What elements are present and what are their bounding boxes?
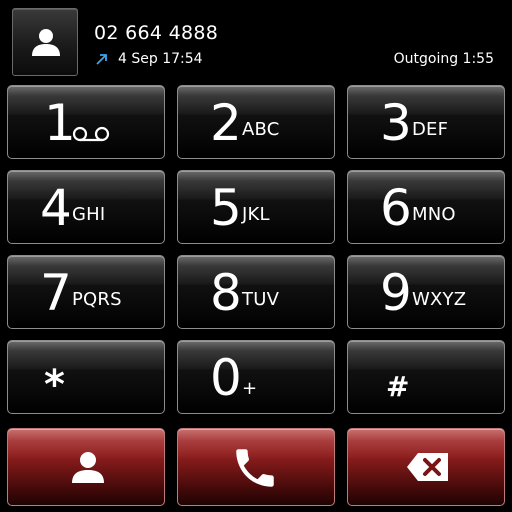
key-digit: 1 <box>44 94 76 152</box>
key-digit: 5 <box>210 179 242 237</box>
dialer-screen: 02 664 4888 4 Sep 17:54 Outgoing 1:55 1 … <box>0 0 512 512</box>
key-letters: GHI <box>72 204 106 225</box>
key-hash[interactable]: # <box>347 340 505 414</box>
key-3[interactable]: 3 DEF <box>347 85 505 159</box>
key-8[interactable]: 8 TUV <box>177 255 335 329</box>
key-2[interactable]: 2 ABC <box>177 85 335 159</box>
person-icon <box>32 29 60 56</box>
voicemail-icon <box>72 126 110 142</box>
key-digit: 9 <box>380 264 412 322</box>
key-0[interactable]: 0 + <box>177 340 335 414</box>
last-call-time: 4 Sep 17:54 <box>118 51 203 67</box>
key-letters: JKL <box>242 204 270 225</box>
key-7[interactable]: 7 PQRS <box>7 255 165 329</box>
last-call-number[interactable]: 02 664 4888 <box>94 22 218 44</box>
key-digit: * <box>44 362 65 408</box>
key-letters: TUV <box>242 289 280 310</box>
key-digit: 0 <box>210 349 242 407</box>
last-call-header: 02 664 4888 4 Sep 17:54 Outgoing 1:55 <box>0 0 512 82</box>
key-digit: 6 <box>380 179 412 237</box>
key-6[interactable]: 6 MNO <box>347 170 505 244</box>
key-9[interactable]: 9 WXYZ <box>347 255 505 329</box>
person-icon <box>72 452 104 483</box>
backspace-icon <box>407 453 448 481</box>
delete-button[interactable] <box>347 428 505 506</box>
key-letters: + <box>242 378 258 399</box>
call-button[interactable] <box>177 428 335 506</box>
key-letters: ABC <box>242 119 280 140</box>
key-digit: 7 <box>40 264 72 322</box>
key-digit: 2 <box>210 94 242 152</box>
phone-icon <box>236 449 274 487</box>
outgoing-arrow-icon <box>96 54 107 65</box>
key-5[interactable]: 5 JKL <box>177 170 335 244</box>
key-letters: WXYZ <box>412 289 467 310</box>
key-1[interactable]: 1 <box>7 85 165 159</box>
key-star[interactable]: * <box>7 340 165 414</box>
key-digit: 4 <box>40 179 72 237</box>
key-digit: 3 <box>380 94 412 152</box>
contacts-button[interactable] <box>7 428 165 506</box>
key-digit: 8 <box>210 264 242 322</box>
last-call-status: Outgoing 1:55 <box>393 51 494 67</box>
key-digit: # <box>386 370 410 403</box>
key-letters: PQRS <box>72 289 122 310</box>
key-4[interactable]: 4 GHI <box>7 170 165 244</box>
key-letters: MNO <box>412 204 456 225</box>
key-letters: DEF <box>412 119 449 140</box>
contact-photo[interactable] <box>12 8 78 76</box>
